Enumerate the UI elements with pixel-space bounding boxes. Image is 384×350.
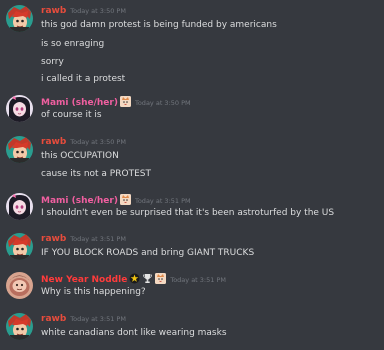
author-name[interactable]: rawb [41,6,66,16]
cat-face-badge-icon [155,273,166,284]
message-header: rawb Today at 3:50 PM [41,6,126,17]
avatar[interactable] [6,233,33,260]
message-text: IF YOU BLOCK ROADS and bring GIANT TRUCK… [41,248,255,258]
message-text: this OCCUPATION [41,151,119,161]
timestamp[interactable]: Today at 3:50 PM [70,7,126,15]
message-header: rawb Today at 3:51 PM [41,234,126,245]
author-name[interactable]: New Year Noddle [41,275,127,285]
chat-message-list: rawb Today at 3:50 PM this god damn prote… [0,0,384,350]
avatar[interactable] [6,313,33,340]
author-name[interactable]: Mami (she/her) [41,196,118,206]
timestamp[interactable]: Today at 3:51 PM [70,235,126,243]
message-text: i called it a protest [41,74,126,84]
message-text: Why is this happening? [41,287,146,297]
message-text: sorry [41,57,64,67]
message-header: rawb Today at 3:50 PM [41,137,126,148]
star-badge-icon [129,273,140,284]
timestamp[interactable]: Today at 3:51 PM [135,197,191,205]
message-text: of course it is [41,110,102,120]
avatar[interactable] [6,272,33,299]
timestamp[interactable]: Today at 3:50 PM [135,99,191,107]
avatar[interactable] [6,95,33,122]
timestamp[interactable]: Today at 3:50 PM [70,138,126,146]
timestamp[interactable]: Today at 3:51 PM [170,276,226,284]
author-name[interactable]: rawb [41,234,66,244]
message-header: rawb Today at 3:51 PM [41,314,126,325]
avatar[interactable] [6,136,33,163]
message-text: is so enraging [41,39,105,49]
message-header: New Year Noddle Today at 3:51 PM [41,273,226,286]
cat-face-badge-icon [120,194,131,205]
cat-face-badge-icon [120,96,131,107]
avatar[interactable] [6,5,33,32]
message-text: this god damn protest is being funded by… [41,20,277,30]
message-text: I shouldn't even be surprised that it's … [41,208,335,218]
timestamp[interactable]: Today at 3:51 PM [70,315,126,323]
message-text: white canadians dont like wearing masks [41,328,227,338]
author-name[interactable]: rawb [41,314,66,324]
author-name[interactable]: rawb [41,137,66,147]
message-header: Mami (she/her) Today at 3:51 PM [41,194,191,207]
message-text: cause its not a PROTEST [41,169,151,179]
author-name[interactable]: Mami (she/her) [41,98,118,108]
avatar[interactable] [6,193,33,220]
message-header: Mami (she/her) Today at 3:50 PM [41,96,191,109]
trophy-badge-icon [142,273,153,284]
